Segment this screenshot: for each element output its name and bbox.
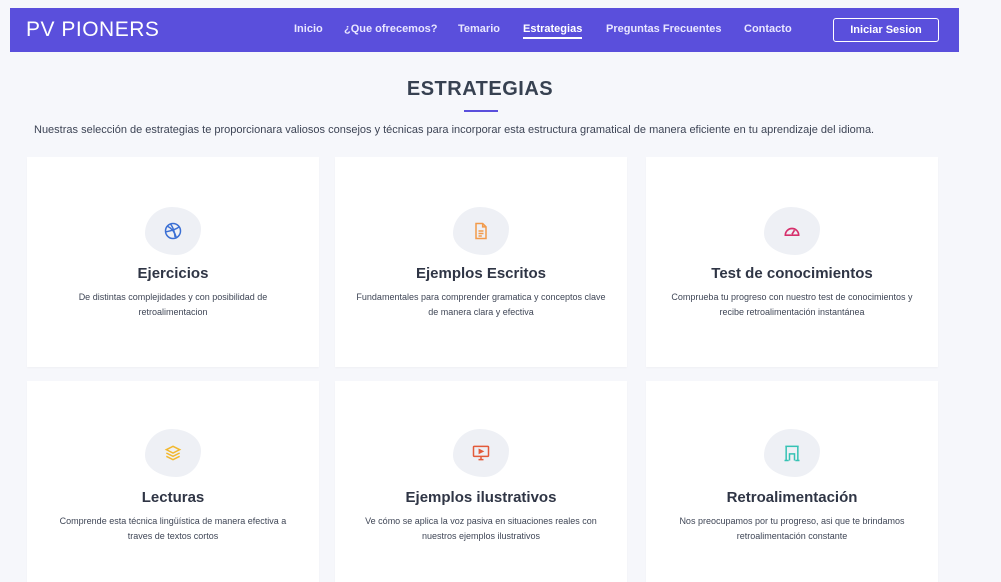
brand-logo[interactable]: PV PIONERS <box>26 18 159 42</box>
card-title: Ejercicios <box>137 265 209 282</box>
card-icon-wrapper <box>145 429 201 477</box>
card-description: Comprueba tu progreso con nuestro test d… <box>671 292 913 317</box>
layers-icon <box>164 445 182 461</box>
nav-item-temario[interactable]: Temario <box>458 23 500 35</box>
card-icon-wrapper <box>145 207 201 255</box>
card-ejemplos-escritos[interactable]: Ejemplos Escritos Fundamentales para com… <box>335 157 627 367</box>
section-intro: Nuestras selección de estrategias te pro… <box>34 124 875 136</box>
nav-item-estrategias[interactable]: Estrategias <box>523 23 583 39</box>
card-icon-wrapper <box>453 429 509 477</box>
login-button[interactable]: Iniciar Sesion <box>833 18 939 42</box>
card-retroalimentacion[interactable]: Retroalimentación Nos preocupamos por tu… <box>646 381 938 582</box>
card-description: Ve cómo se aplica la voz pasiva en situa… <box>365 516 597 541</box>
card-description: Fundamentales para comprender gramatica … <box>356 292 606 317</box>
card-title: Ejemplos ilustrativos <box>405 489 557 506</box>
card-description: Nos preocupamos por tu progreso, asi que… <box>679 516 905 541</box>
card-icon-wrapper <box>764 429 820 477</box>
card-icon-wrapper <box>453 207 509 255</box>
card-lecturas[interactable]: Lecturas Comprende esta técnica lingüíst… <box>27 381 319 582</box>
nav-item-contacto[interactable]: Contacto <box>744 23 792 35</box>
card-test-de-conocimientos[interactable]: Test de conocimientos Comprueba tu progr… <box>646 157 938 367</box>
top-navbar: PV PIONERS Inicio ¿Que ofrecemos? Temari… <box>10 8 959 52</box>
card-title: Ejemplos Escritos <box>415 265 547 282</box>
section-title: ESTRATEGIAS <box>406 78 554 100</box>
card-icon-wrapper <box>764 207 820 255</box>
card-ejemplos-ilustrativos[interactable]: Ejemplos ilustrativos Ve cómo se aplica … <box>335 381 627 582</box>
title-underline <box>464 110 498 112</box>
card-title: Test de conocimientos <box>711 265 873 282</box>
nav-item-inicio[interactable]: Inicio <box>294 23 323 35</box>
presentation-icon <box>472 445 490 461</box>
card-description: De distintas complejidades y con posibil… <box>78 292 268 317</box>
dribbble-icon <box>164 222 182 240</box>
nav-item-que-ofrecemos[interactable]: ¿Que ofrecemos? <box>344 23 438 35</box>
file-text-icon <box>475 222 487 240</box>
card-title: Lecturas <box>141 489 205 506</box>
archway-icon <box>784 445 800 462</box>
card-ejercicios[interactable]: Ejercicios De distintas complejidades y … <box>27 157 319 367</box>
speedometer-icon <box>784 227 800 236</box>
card-title: Retroalimentación <box>726 489 858 506</box>
nav-item-preguntas-frecuentes[interactable]: Preguntas Frecuentes <box>606 23 722 35</box>
card-description: Comprende esta técnica lingüística de ma… <box>59 516 287 541</box>
